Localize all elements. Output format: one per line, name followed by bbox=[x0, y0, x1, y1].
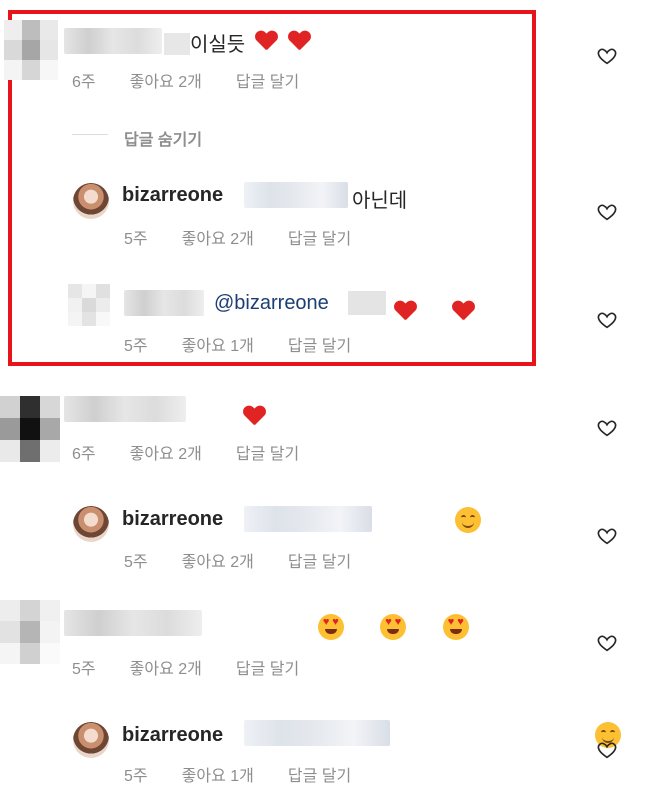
heart-outline-icon[interactable] bbox=[597, 47, 617, 65]
blurred-username[interactable] bbox=[64, 396, 186, 422]
red-heart-emoji bbox=[452, 301, 474, 321]
profile-avatar[interactable] bbox=[73, 506, 109, 542]
blurred-text bbox=[244, 720, 390, 746]
reply-button[interactable]: 답글 달기 bbox=[236, 440, 299, 464]
likes-count[interactable]: 좋아요 1개 bbox=[182, 762, 254, 786]
comment-time: 5주 bbox=[124, 231, 148, 248]
blurred-avatar[interactable] bbox=[0, 600, 60, 664]
likes-count[interactable]: 좋아요 2개 bbox=[182, 548, 254, 572]
heart-outline-icon[interactable] bbox=[597, 203, 617, 221]
comment-time: 5주 bbox=[124, 768, 148, 785]
profile-avatar[interactable] bbox=[73, 722, 109, 758]
likes-count[interactable]: 좋아요 2개 bbox=[130, 68, 202, 92]
smiling-face-emoji bbox=[455, 507, 482, 533]
comment-meta: 6주 좋아요 2개 답글 달기 bbox=[72, 440, 299, 464]
heart-outline-icon[interactable] bbox=[597, 419, 617, 437]
mention-link[interactable]: @bizarreone bbox=[214, 292, 329, 315]
heart-outline-icon[interactable] bbox=[597, 634, 617, 652]
red-heart-emoji bbox=[255, 31, 277, 51]
comment-username[interactable]: bizarreone bbox=[122, 508, 223, 531]
reply-button[interactable]: 답글 달기 bbox=[288, 548, 351, 572]
likes-count[interactable]: 좋아요 2개 bbox=[130, 440, 202, 464]
reply-button[interactable]: 답글 달기 bbox=[288, 762, 351, 786]
red-heart-emoji bbox=[288, 31, 310, 51]
comment-username[interactable]: bizarreone bbox=[122, 184, 223, 207]
heart-outline-icon[interactable] bbox=[597, 741, 617, 759]
comment-time: 5주 bbox=[124, 554, 148, 571]
red-heart-emoji bbox=[243, 406, 265, 426]
reply-button[interactable]: 답글 달기 bbox=[288, 332, 351, 356]
blurred-text bbox=[348, 291, 386, 315]
comment-meta: 5주 좋아요 2개 답글 달기 bbox=[124, 548, 351, 572]
profile-avatar[interactable] bbox=[73, 183, 109, 219]
comment-text-end: 아닌데 bbox=[352, 190, 408, 212]
likes-count[interactable]: 좋아요 1개 bbox=[182, 332, 254, 356]
replies-divider bbox=[72, 134, 108, 135]
blurred-avatar[interactable] bbox=[0, 396, 60, 462]
comment-meta: 5주 좋아요 1개 답글 달기 bbox=[124, 332, 351, 356]
reply-button[interactable]: 답글 달기 bbox=[236, 68, 299, 92]
red-heart-emoji bbox=[394, 301, 416, 321]
comment-time: 5주 bbox=[124, 338, 148, 355]
likes-count[interactable]: 좋아요 2개 bbox=[182, 225, 254, 249]
blurred-text bbox=[244, 182, 348, 208]
comment-meta: 5주 좋아요 2개 답글 달기 bbox=[124, 225, 351, 249]
reply-button[interactable]: 답글 달기 bbox=[288, 225, 351, 249]
blurred-username[interactable] bbox=[64, 28, 162, 54]
blurred-text bbox=[244, 506, 372, 532]
blurred-username[interactable] bbox=[124, 290, 204, 316]
blurred-username[interactable] bbox=[64, 610, 202, 636]
blurred-avatar[interactable] bbox=[4, 20, 58, 80]
heart-outline-icon[interactable] bbox=[597, 311, 617, 329]
heart-eyes-emoji bbox=[317, 614, 344, 640]
heart-eyes-emoji bbox=[380, 614, 407, 640]
heart-outline-icon[interactable] bbox=[597, 527, 617, 545]
heart-eyes-emoji bbox=[442, 614, 469, 640]
likes-count[interactable]: 좋아요 2개 bbox=[130, 655, 202, 679]
comment-username[interactable]: bizarreone bbox=[122, 724, 223, 747]
comment-time: 5주 bbox=[72, 661, 96, 678]
blurred-avatar[interactable] bbox=[68, 284, 110, 326]
comment-meta: 6주 좋아요 2개 답글 달기 bbox=[72, 68, 299, 92]
comment-text: 이실듯 bbox=[164, 28, 310, 57]
hide-replies-button[interactable]: 답글 숨기기 bbox=[124, 126, 202, 150]
comment-meta: 5주 좋아요 1개 답글 달기 bbox=[124, 762, 351, 786]
reply-button[interactable]: 답글 달기 bbox=[236, 655, 299, 679]
comment-time: 6주 bbox=[72, 74, 96, 91]
comment-meta: 5주 좋아요 2개 답글 달기 bbox=[72, 655, 299, 679]
comment-time: 6주 bbox=[72, 446, 96, 463]
